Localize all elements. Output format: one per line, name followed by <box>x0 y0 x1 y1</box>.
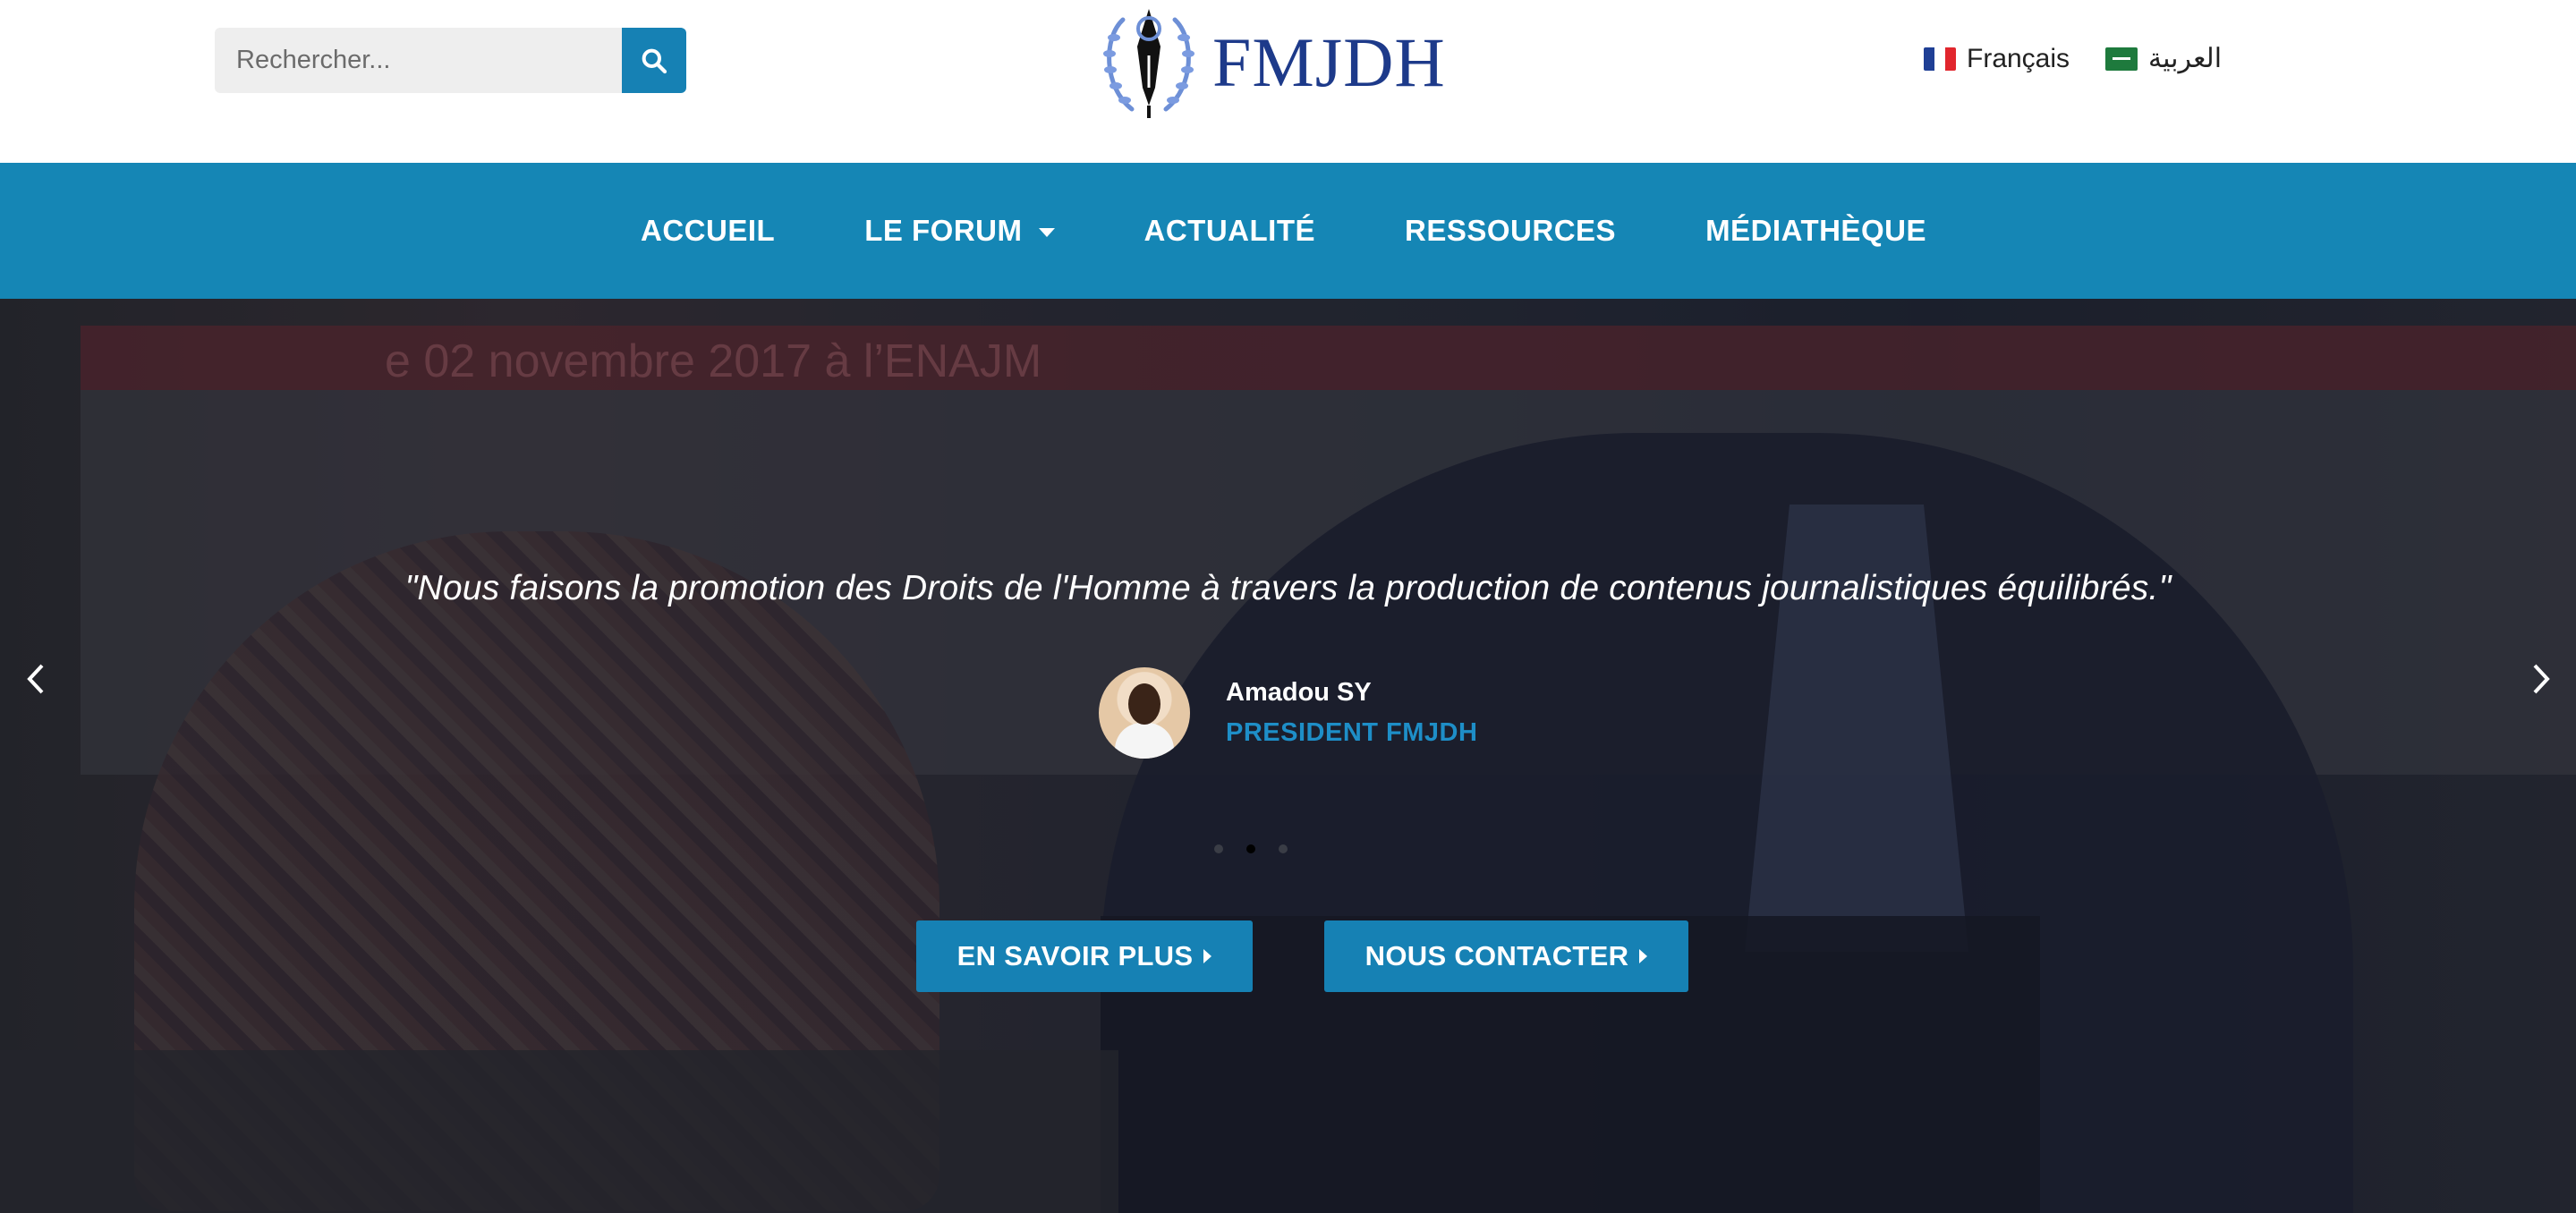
nav-item-label: LE FORUM <box>864 214 1023 247</box>
avatar <box>1099 667 1190 759</box>
chevron-down-icon <box>1038 228 1055 237</box>
nav-item-mediatheque[interactable]: MÉDIATHÈQUE <box>1705 214 1926 248</box>
search-input[interactable] <box>215 28 622 93</box>
author-name: Amadou SY <box>1226 678 1372 707</box>
hero-slider: e 02 novembre 2017 à l’ENAJM "Nous faiso… <box>0 299 2576 1213</box>
nav-item-label: ACCUEIL <box>641 214 776 247</box>
slider-dot[interactable] <box>1279 844 1288 853</box>
slider-dot[interactable] <box>1214 844 1223 853</box>
slider-next-button[interactable] <box>2523 648 2559 710</box>
testimonial-author: Amadou SY PRESIDENT FMJDH <box>1099 667 1477 759</box>
caret-right-icon <box>1639 949 1648 963</box>
avatar-face <box>1128 683 1160 725</box>
language-arabic[interactable]: العربية <box>2105 43 2222 74</box>
language-switcher: Français العربية <box>1924 43 2222 74</box>
nav-item-le-forum[interactable]: LE FORUM <box>864 214 1055 248</box>
language-label: Français <box>1967 43 2070 73</box>
slider-pagination <box>1214 844 1288 853</box>
site-header: FMJDH Français العربية <box>0 0 2576 163</box>
avatar-body <box>1115 723 1174 759</box>
slider-prev-button[interactable] <box>18 648 54 710</box>
nav-item-label: RESSOURCES <box>1405 214 1617 247</box>
france-flag-icon <box>1924 47 1956 71</box>
author-role: PRESIDENT FMJDH <box>1226 718 1478 747</box>
language-label: العربية <box>2148 44 2223 73</box>
nav-item-label: ACTUALITÉ <box>1143 214 1315 247</box>
chevron-right-icon <box>2533 664 2550 694</box>
search-form <box>215 28 686 93</box>
nav-item-actualite[interactable]: ACTUALITÉ <box>1144 214 1315 248</box>
language-french[interactable]: Français <box>1924 44 2070 74</box>
learn-more-button[interactable]: EN SAVOIR PLUS <box>916 920 1253 992</box>
slider-dot[interactable] <box>1246 844 1255 853</box>
nav-item-ressources[interactable]: RESSOURCES <box>1405 214 1616 248</box>
site-logo[interactable]: FMJDH <box>1096 0 1472 125</box>
caret-right-icon <box>1203 949 1212 963</box>
button-label: EN SAVOIR PLUS <box>956 940 1194 971</box>
logo-text: FMJDH <box>1212 23 1446 101</box>
main-navigation: ACCUEIL LE FORUM ACTUALITÉ RESSOURCES MÉ… <box>0 163 2576 299</box>
button-label: NOUS CONTACTER <box>1365 940 1629 971</box>
nav-item-accueil[interactable]: ACCUEIL <box>641 214 775 248</box>
nav-item-label: MÉDIATHÈQUE <box>1705 214 1926 247</box>
testimonial-quote: "Nous faisons la promotion des Droits de… <box>404 569 2172 607</box>
logo-emblem-icon <box>1103 9 1194 118</box>
search-icon <box>642 48 667 73</box>
saudi-flag-icon <box>2105 47 2138 71</box>
search-button[interactable] <box>622 28 686 93</box>
chevron-left-icon <box>27 664 44 694</box>
contact-us-button[interactable]: NOUS CONTACTER <box>1324 920 1688 992</box>
